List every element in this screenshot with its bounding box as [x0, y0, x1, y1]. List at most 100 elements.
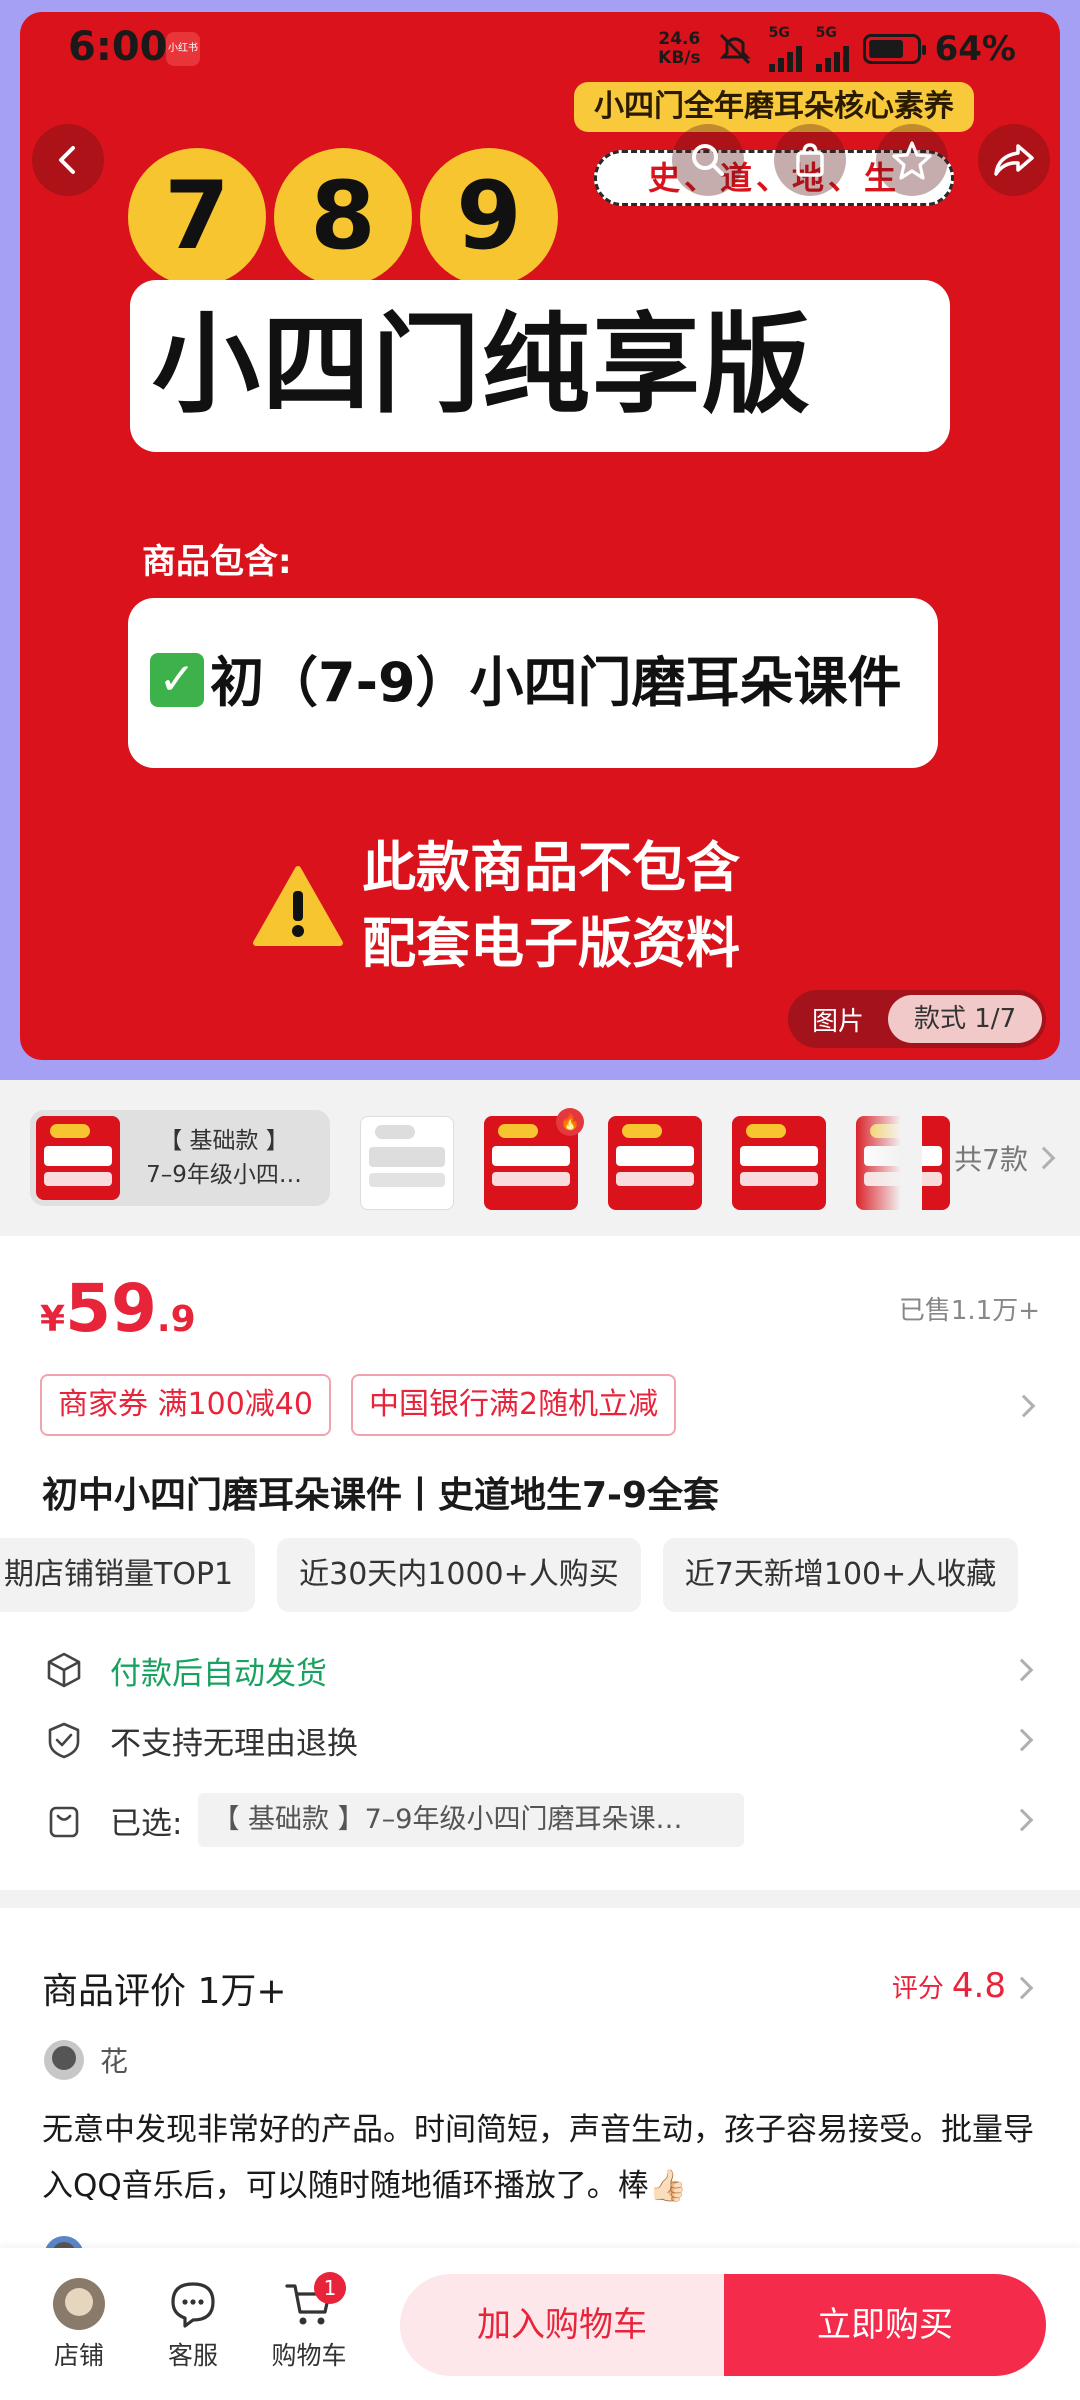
- coupon-list[interactable]: 商家券 满100减40 中国银行满2随机立减: [40, 1374, 677, 1436]
- selected-label: 已选:: [110, 1805, 183, 1842]
- cart-tab[interactable]: 1 购物车: [264, 2272, 354, 2372]
- search-button[interactable]: [672, 124, 744, 196]
- shopping-bag-button[interactable]: [774, 124, 846, 196]
- warning-icon: [253, 866, 343, 946]
- price-decimal: .9: [156, 1299, 196, 1340]
- includes-label: 商品包含:: [142, 542, 292, 582]
- chat-icon: [171, 2282, 215, 2328]
- grade-circle: 7: [128, 148, 266, 286]
- variant-thumbnail: [608, 1116, 702, 1210]
- chevron-right-icon: [1032, 1146, 1056, 1170]
- pager-style-tab[interactable]: 款式 1/7: [888, 995, 1043, 1043]
- warning-line-1: 此款商品不包含: [362, 836, 740, 899]
- search-icon: [692, 144, 724, 176]
- course-item-box: ✓ 初（7-9）小四门磨耳朵课件: [128, 598, 938, 768]
- variant-selected-line-1: 【 基础款 】: [159, 1128, 289, 1154]
- service-selected-variant[interactable]: 已选: 【 基础款 】7–9年级小四门磨耳朵课…: [44, 1790, 1044, 1850]
- check-icon: ✓: [150, 653, 204, 708]
- product-title: 初中小四门磨耳朵课件丨史道地生7-9全套: [42, 1475, 720, 1516]
- status-bar: 6:00 小红书 24.6 KB/s 5G 5G 64%: [0, 0, 1080, 90]
- shield-check-icon: [48, 1722, 80, 1759]
- status-time: 6:00: [68, 24, 168, 70]
- rating-label: 评分: [891, 1974, 944, 2004]
- chevron-right-icon[interactable]: [1012, 1394, 1036, 1418]
- cart-tab-label: 购物车: [271, 2341, 347, 2370]
- course-item-text: 初（7-9）小四门磨耳朵课件: [210, 651, 902, 714]
- grade-circle: 8: [274, 148, 412, 286]
- rating-value: 4.8: [951, 1966, 1006, 2006]
- customer-service-tab[interactable]: 客服: [148, 2278, 238, 2372]
- price: ¥59.9: [40, 1270, 196, 1347]
- service-return-policy[interactable]: 不支持无理由退换: [44, 1710, 1044, 1770]
- variant-thumbnail: [360, 1116, 454, 1210]
- variant-option[interactable]: [608, 1116, 702, 1210]
- service-auto-ship[interactable]: 付款后自动发货: [44, 1640, 1044, 1700]
- back-button[interactable]: [32, 124, 104, 196]
- battery-percent: 64%: [934, 29, 1016, 69]
- signal-1-label: 5G: [768, 25, 790, 41]
- chevron-right-icon: [1010, 1658, 1034, 1682]
- coupon-merchant[interactable]: 商家券 满100减40: [40, 1374, 331, 1436]
- badge-recent-favorites: 近7天新增100+人收藏: [662, 1538, 1019, 1612]
- badge-sales-rank: 期店铺销量TOP1: [0, 1538, 256, 1612]
- image-pager[interactable]: 图片 款式 1/7: [788, 990, 1046, 1048]
- ranking-badges: 期店铺销量TOP1 近30天内1000+人购买 近7天新增100+人收藏: [0, 1538, 1019, 1612]
- store-avatar: [53, 2278, 105, 2330]
- network-speed-value: 24.6: [658, 29, 701, 49]
- bottom-action-bar: 店铺 客服 1 购物车 加入购物车 立即购买: [0, 2248, 1080, 2400]
- variant-selected-line-2: 7–9年级小四…: [146, 1162, 302, 1188]
- product-image-gallery[interactable]: 6:00 小红书 24.6 KB/s 5G 5G 64% 小四门全年磨耳朵核心素: [0, 0, 1080, 1080]
- store-tab-label: 店铺: [53, 2341, 104, 2370]
- warning-notice: 此款商品不包含 配套电子版资料: [252, 830, 740, 982]
- network-speed: 24.6 KB/s: [658, 30, 700, 68]
- variant-option[interactable]: [732, 1116, 826, 1210]
- review-text[interactable]: 无意中发现非常好的产品。时间简短，声音生动，孩子容易接受。批量导入QQ音乐后，可…: [42, 2102, 1042, 2214]
- share-button[interactable]: [978, 124, 1050, 196]
- hero-title: 小四门纯享版: [130, 280, 950, 452]
- pager-pictures-tab[interactable]: 图片: [788, 1001, 888, 1038]
- shopping-bag-icon: [796, 143, 824, 177]
- avatar: [44, 2040, 84, 2080]
- variant-list-fade: [852, 1110, 922, 1210]
- variant-option[interactable]: [360, 1116, 454, 1210]
- service-auto-ship-text: 付款后自动发货: [110, 1655, 327, 1692]
- bag-icon: [49, 1806, 79, 1838]
- star-icon: [892, 141, 932, 180]
- reviewer-name: 花: [100, 2045, 129, 2078]
- cart-count-badge: 1: [314, 2272, 346, 2304]
- variant-count-button[interactable]: 共7款: [954, 1138, 1056, 1178]
- store-tab[interactable]: 店铺: [34, 2278, 124, 2372]
- network-speed-unit: KB/s: [658, 48, 701, 68]
- price-currency: ¥: [40, 1299, 66, 1340]
- signal-2-label: 5G: [815, 25, 837, 41]
- chevron-right-icon[interactable]: [1010, 1976, 1034, 2000]
- chevron-right-icon: [1010, 1808, 1034, 1832]
- reviews-title[interactable]: 商品评价 1万+: [42, 1962, 287, 2014]
- section-divider: [0, 1890, 1080, 1908]
- variant-option[interactable]: 🔥: [484, 1108, 584, 1210]
- battery-icon: [862, 34, 926, 64]
- share-icon: [994, 144, 1034, 176]
- status-indicators: 24.6 KB/s 5G 5G 64%: [658, 26, 1016, 72]
- favorite-button[interactable]: [876, 124, 948, 196]
- price-integer: 59: [65, 1270, 157, 1347]
- warning-line-2: 配套电子版资料: [362, 912, 740, 975]
- variant-count-label: 共7款: [954, 1143, 1028, 1176]
- buy-now-button[interactable]: 立即购买: [724, 2274, 1046, 2376]
- variant-thumbnail: [732, 1116, 826, 1210]
- cube-icon: [47, 1652, 81, 1688]
- add-to-cart-button[interactable]: 加入购物车: [400, 2274, 724, 2376]
- signal-1-icon: [768, 40, 802, 72]
- badge-recent-buyers: 近30天内1000+人购买: [277, 1538, 641, 1612]
- chevron-left-icon: [59, 146, 75, 174]
- chevron-right-icon: [1010, 1728, 1034, 1752]
- reviewer: 花: [44, 2040, 128, 2080]
- variant-thumbnail: [36, 1116, 120, 1200]
- variant-selected-option[interactable]: 【 基础款 】 7–9年级小四…: [30, 1110, 330, 1206]
- grade-circle: 9: [420, 148, 558, 286]
- selected-value: 【 基础款 】7–9年级小四门磨耳朵课…: [198, 1793, 745, 1847]
- rating-score[interactable]: 评分 4.8: [892, 1966, 1006, 2006]
- coupon-bank[interactable]: 中国银行满2随机立减: [350, 1374, 677, 1436]
- service-return-policy-text: 不支持无理由退换: [110, 1725, 358, 1762]
- grade-circles: 7 8 9: [128, 148, 558, 286]
